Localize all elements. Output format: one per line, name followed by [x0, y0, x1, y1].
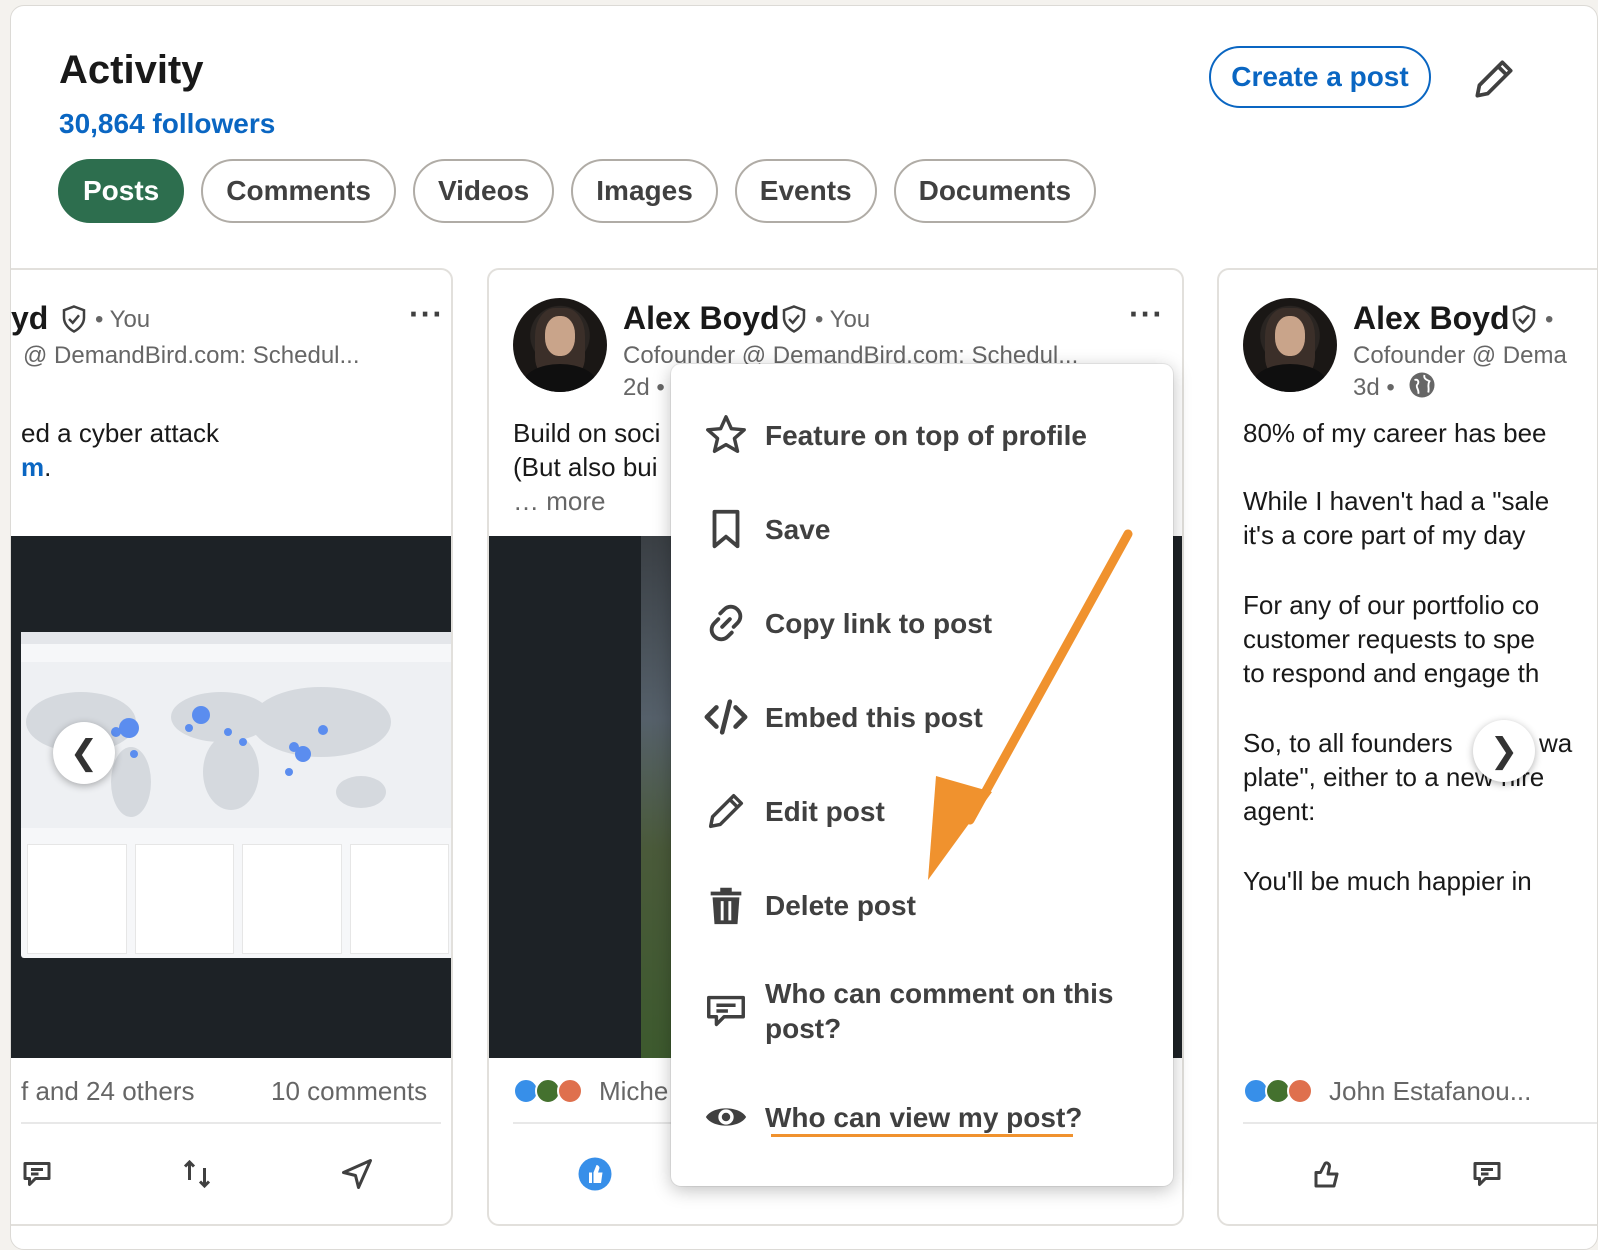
more-options-button[interactable]: ··· — [1129, 296, 1164, 333]
post-options-menu: Feature on top of profile Save Copy link… — [671, 364, 1173, 1186]
post-text-1: 80% of my career has bee — [1243, 418, 1547, 448]
post-text-3: it's a core part of my day — [1243, 520, 1526, 550]
post-text: Build on soci — [513, 418, 661, 448]
divider — [21, 1122, 441, 1124]
menu-item-edit[interactable]: Edit post — [703, 788, 1143, 834]
send-icon[interactable] — [339, 1156, 375, 1192]
edit-pencil-icon[interactable] — [1469, 54, 1519, 104]
page-title: Activity — [59, 48, 204, 92]
tab-comments[interactable]: Comments — [201, 159, 396, 223]
post-link[interactable]: m — [21, 452, 44, 482]
post-text-10: You'll be much happier in — [1243, 866, 1532, 896]
divider — [1243, 1122, 1597, 1124]
trash-icon — [710, 887, 742, 925]
menu-item-delete[interactable]: Delete post — [703, 882, 1143, 928]
stats-panels — [21, 840, 451, 958]
post-text-7b: wa — [1539, 728, 1573, 758]
you-label: • You — [95, 306, 151, 333]
tab-documents[interactable]: Documents — [893, 159, 1097, 223]
more-options-button[interactable]: ··· — [409, 296, 444, 333]
globe-icon — [1409, 372, 1435, 398]
reaction-icons[interactable] — [513, 1076, 593, 1106]
post-text-9: agent: — [1243, 796, 1316, 826]
author-headline: @ DemandBird.com: Schedul... — [23, 342, 360, 369]
comment-icon[interactable] — [19, 1156, 55, 1192]
tab-images[interactable]: Images — [571, 159, 718, 223]
menu-item-feature[interactable]: Feature on top of profile — [703, 412, 1143, 458]
post-time: 2d • — [623, 374, 665, 401]
post-text-6: to respond and engage th — [1243, 658, 1540, 688]
link-icon — [709, 604, 743, 642]
post-text-4: For any of our portfolio co — [1243, 590, 1540, 620]
post-media[interactable] — [11, 536, 451, 1058]
reactions-names[interactable]: Miche — [599, 1076, 668, 1107]
reactions-names[interactable]: John Estafanou... — [1329, 1076, 1531, 1107]
menu-item-save[interactable]: Save — [703, 506, 1143, 552]
see-more-link[interactable]: … more — [513, 484, 605, 518]
menu-item-embed[interactable]: Embed this post — [703, 694, 1143, 740]
like-filled-icon[interactable] — [577, 1156, 613, 1192]
menu-item-who-can-comment[interactable]: Who can comment on this post? — [703, 976, 1143, 1046]
post-time: 3d • — [1353, 374, 1395, 401]
author-name[interactable]: Alex Boyd — [623, 300, 779, 337]
verified-shield-icon — [1512, 305, 1536, 333]
carousel-next-button[interactable]: ❯ — [1473, 720, 1535, 782]
tab-videos[interactable]: Videos — [412, 159, 555, 223]
create-post-button[interactable]: Create a post — [1209, 46, 1431, 108]
eye-icon — [705, 1108, 747, 1126]
post-text-line2: m. — [21, 452, 52, 482]
star-icon — [706, 415, 746, 454]
comments-count[interactable]: 10 comments — [271, 1076, 427, 1107]
analytics-screenshot — [21, 632, 451, 958]
verified-shield-icon — [62, 305, 86, 333]
post-card-right: Alex Boyd • Cofounder @ Dema 3d • 80% of… — [1217, 268, 1597, 1226]
post-text: ed a cyber attack — [21, 418, 219, 448]
reaction-icons[interactable] — [1243, 1076, 1323, 1106]
code-icon — [704, 699, 748, 735]
comment-icon[interactable] — [1469, 1156, 1505, 1192]
annotation-underline — [771, 1134, 1073, 1137]
comment-icon — [707, 995, 745, 1027]
you-label: • — [1545, 306, 1554, 333]
tab-events[interactable]: Events — [734, 159, 877, 223]
post-text-7: So, to all founders — [1243, 728, 1453, 758]
reactions-count[interactable]: f and 24 others — [21, 1076, 194, 1107]
post-card-left: yd • You @ DemandBird.com: Schedul... ··… — [11, 268, 453, 1226]
you-label: • You — [815, 306, 871, 333]
author-name[interactable]: Alex Boyd — [1353, 300, 1509, 337]
activity-tabs: Posts Comments Videos Images Events Docu… — [58, 159, 1097, 223]
followers-link[interactable]: 30,864 followers — [59, 108, 275, 140]
menu-item-copy-link[interactable]: Copy link to post — [703, 600, 1143, 646]
repost-icon[interactable] — [179, 1156, 215, 1192]
carousel-prev-button[interactable]: ❮ — [53, 722, 115, 784]
post-text-5: customer requests to spe — [1243, 624, 1535, 654]
author-headline: Cofounder @ Dema — [1353, 342, 1567, 369]
like-icon[interactable] — [1307, 1156, 1343, 1192]
post-text-line2: (But also bui — [513, 452, 658, 482]
pencil-icon — [708, 793, 744, 829]
author-name[interactable]: yd — [11, 300, 48, 337]
post-text-2: While I haven't had a "sale — [1243, 486, 1550, 516]
author-avatar[interactable] — [1243, 298, 1337, 392]
verified-shield-icon — [782, 305, 806, 333]
bookmark-icon — [712, 509, 740, 549]
tab-posts[interactable]: Posts — [58, 159, 185, 223]
author-avatar[interactable] — [513, 298, 607, 392]
